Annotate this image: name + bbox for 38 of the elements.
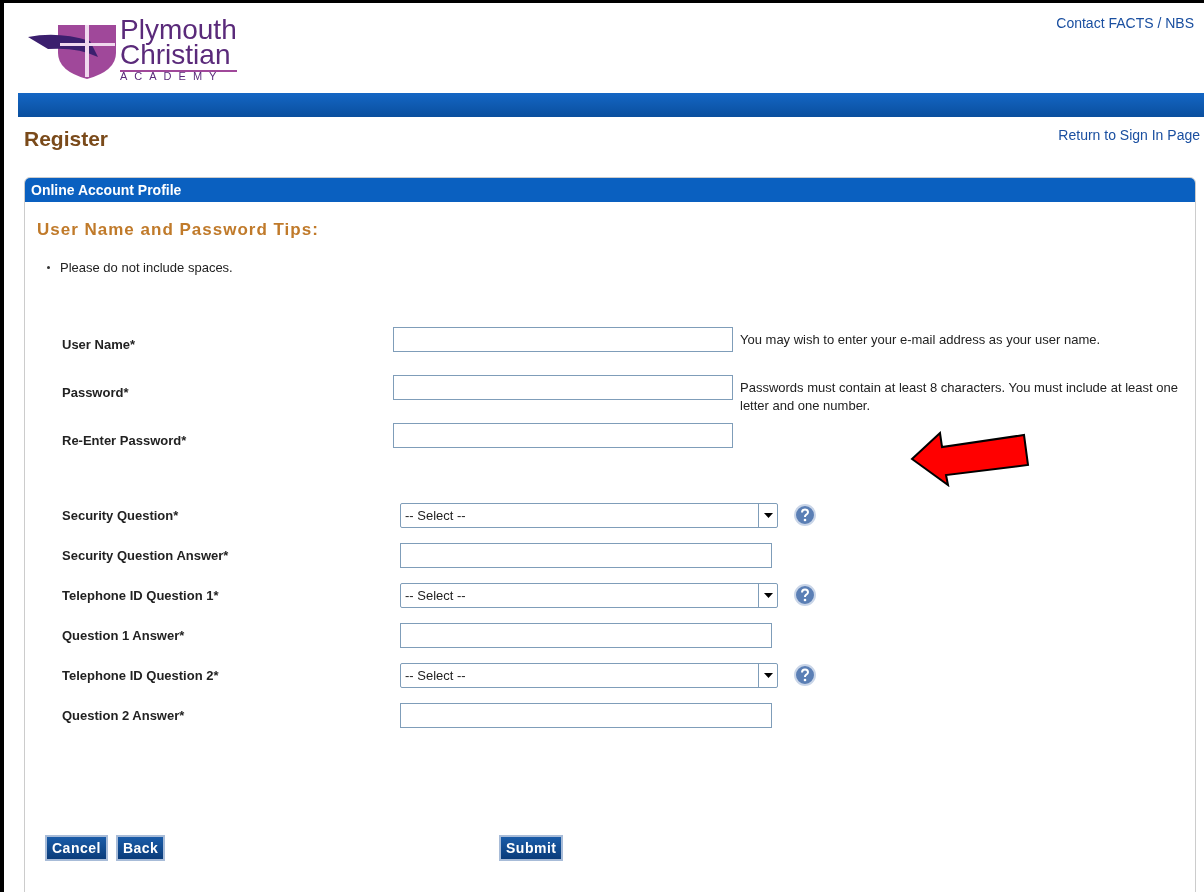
- panel-header: Online Account Profile: [25, 178, 1195, 202]
- caret-icon: [763, 592, 773, 598]
- field-label: Telephone ID Question 2*: [61, 667, 220, 683]
- field-label: User Name*: [61, 336, 136, 352]
- logo-text: Plymouth: [120, 17, 237, 43]
- return-link[interactable]: Return to Sign In Page: [1058, 125, 1200, 169]
- page-title: Register: [24, 126, 109, 152]
- input-field[interactable]: [393, 423, 733, 448]
- input-field[interactable]: [400, 702, 772, 728]
- submit-button[interactable]: Submit: [499, 835, 564, 861]
- contact-link[interactable]: Contact FACTS / NBS: [1056, 15, 1194, 31]
- tip-text: Please do not include spaces.: [60, 260, 233, 275]
- bullet-icon: [47, 266, 50, 269]
- help-icon[interactable]: [794, 504, 816, 526]
- field-label: Telephone ID Question 1*: [61, 587, 220, 603]
- select-dropdown[interactable]: -- Select --: [400, 582, 778, 608]
- hint-text: Passwords must contain at least 8 characters. You must include at least one letter and one number.: [740, 379, 1179, 416]
- input-field[interactable]: [393, 327, 733, 352]
- field-label: Question 1 Answer*: [61, 627, 186, 643]
- field-label: Password*: [61, 384, 130, 400]
- section-title: User Name and Password Tips:: [37, 219, 320, 240]
- help-icon[interactable]: [794, 584, 816, 606]
- input-field[interactable]: [393, 375, 733, 400]
- select-dropdown[interactable]: -- Select --: [400, 662, 778, 688]
- select-dropdown[interactable]: -- Select --: [400, 502, 778, 528]
- input-field[interactable]: [400, 622, 772, 648]
- help-icon[interactable]: [794, 664, 816, 686]
- form-button[interactable]: Back: [115, 835, 166, 861]
- field-label: Security Question Answer*: [61, 547, 230, 563]
- logo-subtitle: ACADEMY: [120, 70, 237, 83]
- caret-icon: [763, 672, 773, 678]
- caret-icon: [763, 512, 773, 518]
- hint-text: You may wish to enter your e-mail address as your user name.: [740, 331, 1102, 349]
- form-button[interactable]: Cancel: [45, 835, 108, 861]
- field-label: Question 2 Answer*: [61, 707, 186, 723]
- field-label: Re-Enter Password*: [61, 432, 188, 448]
- input-field[interactable]: [400, 542, 772, 568]
- field-label: Security Question*: [61, 507, 180, 523]
